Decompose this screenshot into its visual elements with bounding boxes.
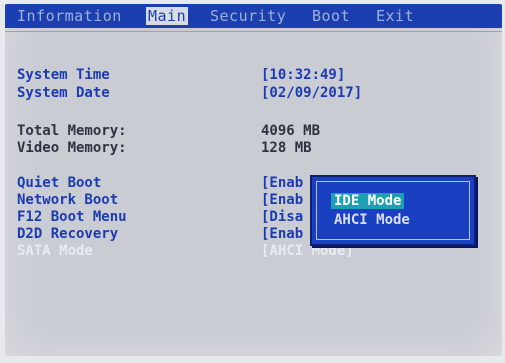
sata-mode-popup: IDE Mode AHCI Mode	[310, 175, 476, 246]
video-memory-label: Video Memory:	[17, 140, 127, 156]
f12-boot-menu-value[interactable]: [Disa	[261, 209, 303, 225]
bios-screen: Information Main Security Boot Exit Syst…	[5, 4, 502, 356]
option-ide-mode[interactable]: IDE Mode	[331, 193, 405, 209]
network-boot-value[interactable]: [Enab	[261, 192, 303, 208]
system-time-value[interactable]: [10:32:49]	[261, 67, 345, 83]
d2d-recovery-label: D2D Recovery	[17, 226, 119, 242]
network-boot-label: Network Boot	[17, 192, 119, 208]
menu-security[interactable]: Security	[210, 7, 286, 25]
menu-main[interactable]: Main	[146, 7, 189, 25]
system-date-label: System Date	[17, 85, 110, 101]
system-time-label: System Time	[17, 67, 110, 83]
menu-information[interactable]: Information	[17, 7, 122, 25]
quiet-boot-label: Quiet Boot	[17, 175, 102, 191]
video-memory-value: 128 MB	[261, 140, 312, 156]
menu-boot[interactable]: Boot	[312, 7, 350, 25]
popup-frame	[316, 181, 470, 240]
bios-menu-bar: Information Main Security Boot Exit	[5, 4, 502, 28]
d2d-recovery-value[interactable]: [Enab	[261, 226, 303, 242]
system-date-value[interactable]: [02/09/2017]	[261, 85, 362, 101]
quiet-boot-value[interactable]: [Enab	[261, 175, 303, 191]
sata-mode-label: SATA Mode	[17, 243, 93, 259]
menu-exit[interactable]: Exit	[376, 7, 414, 25]
divider	[5, 31, 502, 32]
total-memory-label: Total Memory:	[17, 123, 127, 139]
option-ahci-mode[interactable]: AHCI Mode	[331, 212, 413, 228]
total-memory-value: 4096 MB	[261, 123, 321, 139]
f12-boot-menu-label: F12 Boot Menu	[17, 209, 127, 225]
